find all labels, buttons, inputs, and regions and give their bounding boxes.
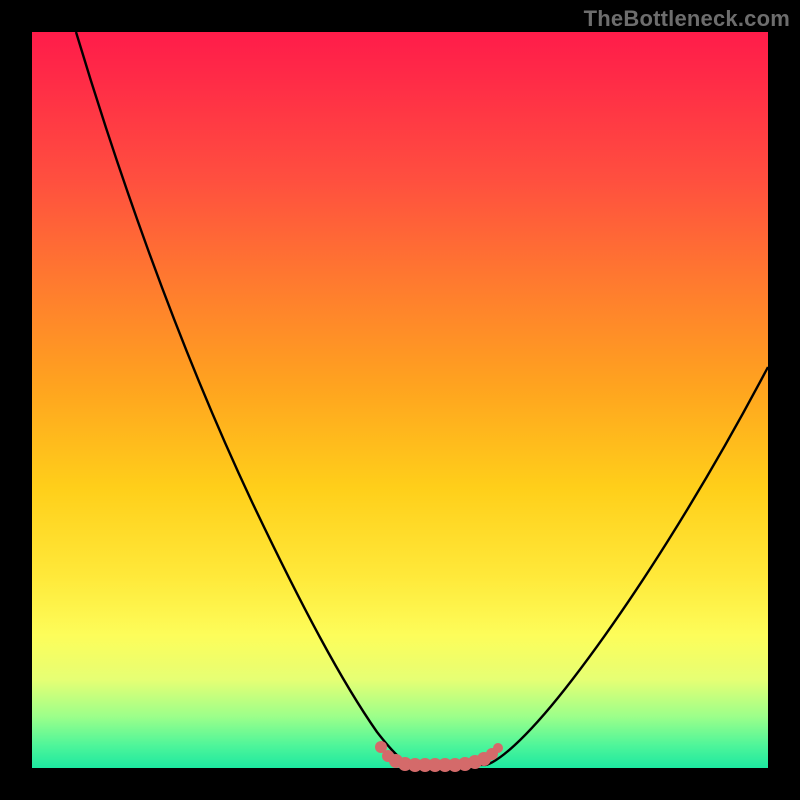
brand-watermark: TheBottleneck.com (584, 6, 790, 32)
optimal-range-markers (375, 741, 503, 772)
chart-frame: TheBottleneck.com (0, 0, 800, 800)
curves-layer (32, 32, 768, 768)
curve-right (486, 367, 768, 765)
curve-left (76, 32, 412, 765)
